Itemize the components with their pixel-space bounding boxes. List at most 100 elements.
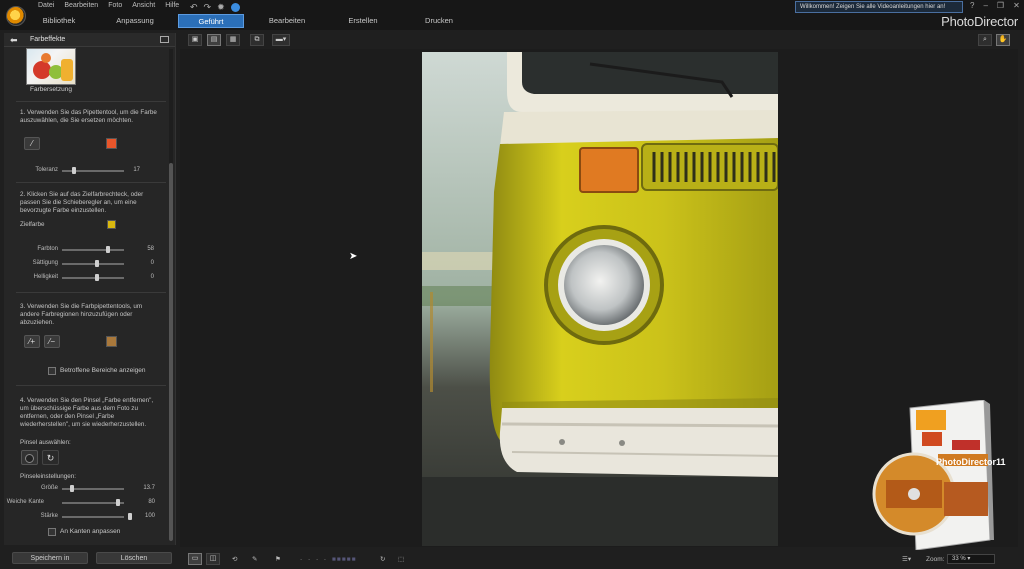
divider: [16, 101, 166, 102]
menu-photo[interactable]: Foto: [108, 2, 122, 9]
menu-help[interactable]: Hilfe: [165, 2, 179, 9]
minimize-icon[interactable]: –: [983, 1, 987, 10]
crop-icon[interactable]: ⬚: [398, 554, 404, 565]
display-options-icon[interactable]: ▬▾: [272, 34, 290, 46]
tolerance-label: Toleranz: [35, 167, 58, 173]
tab-print[interactable]: Drucken: [406, 14, 472, 28]
mouse-cursor-icon: ➤: [349, 251, 358, 262]
view-options-icon[interactable]: ☰▾: [902, 554, 911, 565]
color-replace-thumbnail[interactable]: [26, 48, 76, 85]
brush-select-label: Pinsel auswählen:: [20, 439, 71, 446]
fit-edges-label: An Kanten anpassen: [60, 528, 121, 535]
feather-label: Weiche Kante: [6, 499, 44, 505]
welcome-banner[interactable]: Willkommen! Zeigen Sie alle Videoanleitu…: [795, 1, 963, 13]
size-knob[interactable]: [70, 485, 74, 492]
show-affected-label: Betroffene Bereiche anzeigen: [60, 367, 146, 374]
feather-knob[interactable]: [116, 499, 120, 506]
account-icon[interactable]: [230, 3, 240, 12]
rating-dots[interactable]: · · · · ·: [300, 554, 336, 565]
menu-view[interactable]: Ansicht: [132, 2, 155, 9]
module-tabs: Bibliothek Anpassung Geführt Bearbeiten …: [26, 14, 482, 28]
save-to-button[interactable]: Speichern in: [12, 552, 88, 564]
add-color-eyedropper-button[interactable]: ⁄+: [24, 335, 40, 348]
step4-text: 4. Verwenden Sie den Pinsel „Farbe entfe…: [20, 397, 154, 428]
tab-library[interactable]: Bibliothek: [26, 14, 92, 28]
rotate-icon[interactable]: ↻: [380, 554, 385, 565]
zoom-value: 33 %: [952, 556, 966, 562]
show-affected-checkbox[interactable]: [48, 367, 56, 375]
flag-icon[interactable]: ⚑: [275, 554, 281, 565]
region-color-swatch[interactable]: [106, 336, 117, 347]
menu-file[interactable]: Datei: [38, 2, 54, 9]
divider: [16, 182, 166, 183]
eyedropper-button[interactable]: ⁄: [24, 137, 40, 150]
feather-value: 80: [148, 499, 155, 505]
step2-text: 2. Klicken Sie auf das Zielfarbrechteck,…: [20, 191, 144, 214]
brush-circle-icon: [25, 454, 34, 463]
restore-color-brush-button[interactable]: ↻: [42, 450, 59, 465]
van-illustration: [422, 52, 778, 546]
source-color-swatch[interactable]: [106, 138, 117, 149]
tab-adjustment[interactable]: Anpassung: [102, 14, 168, 28]
view-toolbar: ▣ ▤ ▦ ⧉ ▬▾ ⌕ ✋: [180, 34, 1024, 48]
strength-knob[interactable]: [128, 513, 132, 520]
back-arrow-icon[interactable]: ⬅: [10, 33, 18, 47]
target-color-label: Zielfarbe: [20, 221, 45, 228]
brightness-knob[interactable]: [95, 274, 99, 281]
maximize-icon[interactable]: ❐: [997, 1, 1004, 10]
zoom-tool-icon[interactable]: ⌕: [978, 34, 992, 46]
brand-title: PhotoDirector: [941, 14, 1018, 29]
fullscreen-icon[interactable]: ⧉: [250, 34, 264, 46]
single-view-icon[interactable]: ▣: [188, 34, 202, 46]
hand-tool-icon[interactable]: ✋: [996, 34, 1010, 46]
settings-gear-icon[interactable]: ✹: [217, 2, 225, 13]
tab-edit[interactable]: Bearbeiten: [254, 14, 320, 28]
strength-value: 100: [144, 513, 155, 519]
tolerance-value: 17: [133, 167, 140, 173]
app-logo-icon[interactable]: [6, 6, 26, 26]
strength-label: Stärke: [40, 513, 58, 519]
tab-guided[interactable]: Geführt: [178, 14, 244, 28]
subtract-color-eyedropper-button[interactable]: ⁄−: [44, 335, 60, 348]
delete-button[interactable]: Löschen: [96, 552, 172, 564]
color-labels[interactable]: ■■■■■: [332, 554, 357, 565]
undo-history-icon[interactable]: ⟲: [232, 554, 237, 565]
panel-toggle-icon[interactable]: [160, 36, 169, 43]
glass-shape: [61, 59, 73, 81]
saturation-slider[interactable]: [62, 263, 124, 265]
tab-create[interactable]: Erstellen: [330, 14, 396, 28]
hue-slider[interactable]: [62, 249, 124, 251]
help-icon[interactable]: ?: [970, 1, 974, 10]
zoom-dropdown[interactable]: 33 % ▾: [947, 554, 995, 564]
fit-edges-checkbox[interactable]: [48, 528, 56, 536]
grid-view-icon[interactable]: ▦: [226, 34, 240, 46]
panel-scrollbar-thumb[interactable]: [169, 163, 173, 541]
hue-knob[interactable]: [106, 246, 110, 253]
brush-settings-label: Pinseleinstellungen:: [20, 473, 77, 480]
photodirector-app: Datei Bearbeiten Foto Ansicht Hilfe ↶ ↷ …: [0, 0, 1024, 569]
brightness-label: Helligkeit: [33, 274, 58, 280]
saturation-knob[interactable]: [95, 260, 99, 267]
strength-slider[interactable]: [62, 516, 124, 518]
product-box-overlay: PhotoDirector11: [872, 399, 1006, 551]
menu-edit[interactable]: Bearbeiten: [64, 2, 98, 9]
compare-view-icon[interactable]: ▤: [207, 34, 221, 46]
divider: [16, 385, 166, 386]
tolerance-knob[interactable]: [72, 167, 76, 174]
step1-text: 1. Verwenden Sie das Pipettentool, um di…: [20, 109, 157, 124]
step3-text: 3. Verwenden Sie die Farbpipettentools, …: [20, 303, 143, 326]
remove-color-brush-button[interactable]: [21, 450, 38, 465]
target-color-swatch[interactable]: [107, 220, 116, 229]
undo-icon[interactable]: ↶: [190, 2, 198, 13]
brush-tool-icon[interactable]: ✎: [252, 554, 257, 565]
redo-icon[interactable]: ↷: [204, 2, 212, 13]
before-view-icon[interactable]: ▭: [188, 553, 202, 565]
feather-slider[interactable]: [62, 502, 124, 504]
side-by-side-icon[interactable]: ◫: [206, 553, 220, 565]
size-value: 13.7: [143, 485, 155, 491]
color-effects-panel: ⬅ Farbeffekte Farbersetzung 1. Verwenden…: [4, 33, 176, 545]
quick-actions: ↶ ↷ ✹: [190, 2, 240, 13]
close-icon[interactable]: ✕: [1013, 1, 1020, 10]
brightness-slider[interactable]: [62, 277, 124, 279]
van-photo[interactable]: [422, 52, 778, 546]
